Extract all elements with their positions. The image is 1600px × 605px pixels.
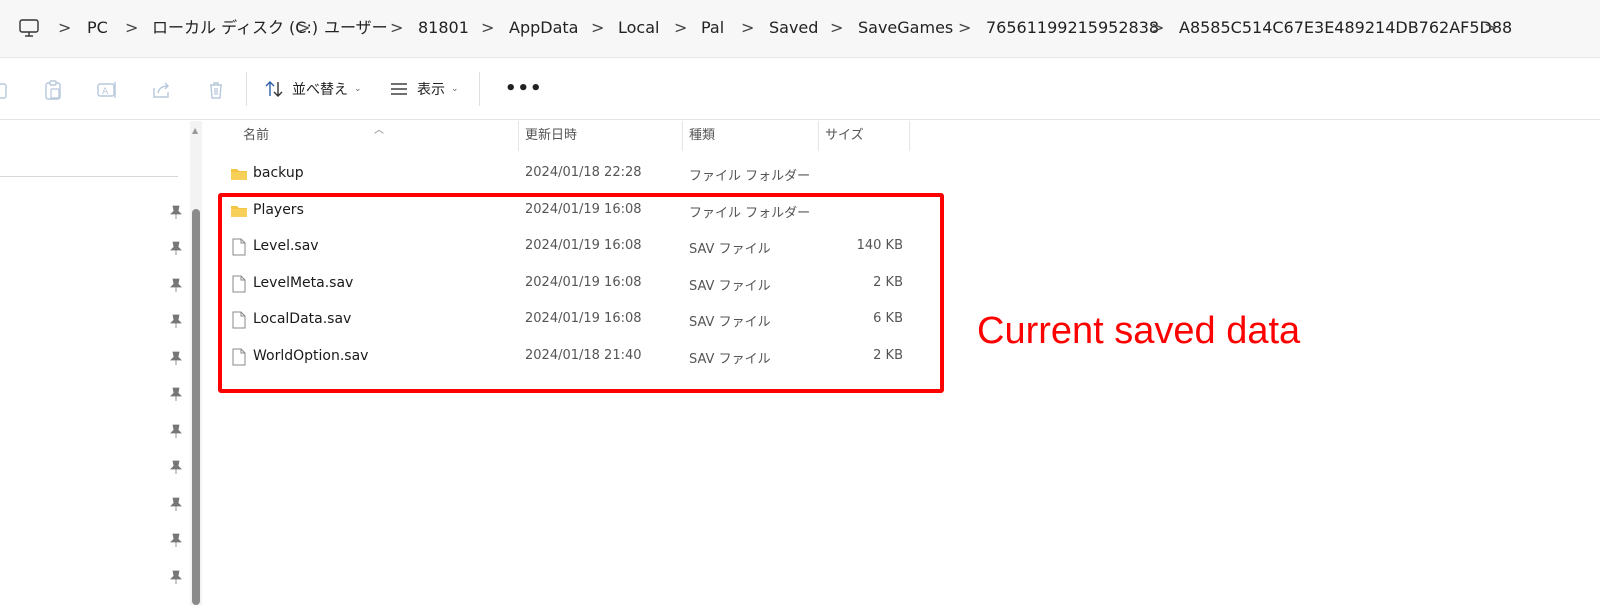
nav-scrollbar-thumb[interactable] — [192, 209, 200, 605]
paste-icon[interactable] — [42, 79, 64, 101]
scroll-up-arrow-icon[interactable]: ▲ — [192, 126, 198, 135]
column-header-size[interactable]: サイズ — [825, 127, 864, 145]
pin-icon[interactable] — [170, 205, 182, 219]
column-header-modified[interactable]: 更新日時 — [525, 127, 577, 145]
chevron-right-icon[interactable]: > — [674, 18, 687, 38]
annotation-highlight-box — [218, 193, 944, 393]
sort-button[interactable]: 並べ替え ⌄ — [264, 76, 362, 102]
toolbar-divider — [246, 72, 247, 106]
file-type: ファイル フォルダー — [689, 169, 811, 184]
breadcrumb-users[interactable]: ユーザー — [324, 18, 388, 38]
sort-label: 並べ替え — [292, 82, 348, 98]
chevron-right-icon[interactable]: > — [297, 18, 310, 38]
column-divider[interactable] — [518, 121, 519, 151]
rename-icon[interactable]: A — [96, 79, 118, 101]
breadcrumb-local-disk[interactable]: ローカル ディスク (C:) — [152, 18, 318, 38]
breadcrumb-world-id[interactable]: A8585C514C67E3E489214DB762AF5D88 — [1179, 18, 1512, 38]
pin-icon[interactable] — [170, 351, 182, 365]
breadcrumb-user[interactable]: 81801 — [418, 18, 469, 38]
file-row[interactable]: backup 2024/01/18 22:28 ファイル フォルダー — [218, 156, 918, 192]
chevron-down-icon: ⌄ — [451, 84, 459, 94]
column-divider[interactable] — [818, 121, 819, 151]
chevron-right-icon[interactable]: > — [830, 18, 843, 38]
breadcrumb-local[interactable]: Local — [618, 18, 659, 38]
nav-divider — [0, 176, 178, 177]
pin-icon[interactable] — [170, 533, 182, 547]
folder-icon — [231, 169, 247, 180]
view-list-icon — [391, 83, 407, 95]
chevron-right-icon[interactable]: > — [481, 18, 494, 38]
pin-icon[interactable] — [170, 460, 182, 474]
pin-icon[interactable] — [170, 241, 182, 255]
pin-icon[interactable] — [170, 497, 182, 511]
breadcrumb-pal[interactable]: Pal — [701, 18, 724, 38]
pin-icon[interactable] — [170, 387, 182, 401]
chevron-right-icon[interactable]: > — [1484, 18, 1497, 38]
chevron-right-icon[interactable]: > — [591, 18, 604, 38]
copy-icon[interactable] — [0, 79, 12, 101]
chevron-right-icon[interactable]: > — [741, 18, 754, 38]
chevron-right-icon[interactable]: > — [390, 18, 403, 38]
toolbar-divider — [479, 72, 480, 106]
sort-icon — [265, 81, 283, 97]
breadcrumb-steam-id[interactable]: 76561199215952838 — [986, 18, 1159, 38]
chevron-right-icon[interactable]: > — [1151, 18, 1164, 38]
file-name: backup — [253, 165, 304, 181]
pin-icon[interactable] — [170, 278, 182, 292]
annotation-label: Current saved data — [977, 310, 1301, 352]
delete-icon[interactable] — [205, 79, 227, 101]
computer-icon[interactable] — [19, 19, 39, 37]
chevron-right-icon[interactable]: > — [958, 18, 971, 38]
command-bar: A 並べ替え ⌄ 表示 ⌄ ••• — [0, 58, 1600, 120]
breadcrumb-saved[interactable]: Saved — [769, 18, 818, 38]
sort-ascending-icon: ︿ — [374, 125, 384, 136]
file-modified: 2024/01/18 22:28 — [525, 165, 642, 180]
chevron-down-icon: ⌄ — [354, 84, 362, 94]
svg-text:A: A — [102, 87, 109, 97]
chevron-right-icon[interactable]: > — [58, 18, 71, 38]
column-divider[interactable] — [909, 121, 910, 151]
pin-icon[interactable] — [170, 570, 182, 584]
column-header-name[interactable]: 名前 — [243, 127, 269, 145]
pin-icon[interactable] — [170, 314, 182, 328]
breadcrumb-appdata[interactable]: AppData — [509, 18, 578, 38]
navigation-pane — [0, 121, 190, 605]
breadcrumb-savegames[interactable]: SaveGames — [858, 18, 953, 38]
column-header-type[interactable]: 種類 — [689, 127, 715, 145]
view-button[interactable]: 表示 ⌄ — [389, 76, 459, 102]
address-bar[interactable]: > PC > ローカル ディスク (C:) > ユーザー > 81801 > A… — [0, 0, 1600, 58]
share-icon[interactable] — [150, 79, 172, 101]
view-label: 表示 — [417, 82, 445, 98]
pin-icon[interactable] — [170, 424, 182, 438]
column-divider[interactable] — [682, 121, 683, 151]
more-options-button[interactable]: ••• — [505, 78, 543, 99]
breadcrumb-pc[interactable]: PC — [87, 18, 108, 38]
chevron-right-icon[interactable]: > — [125, 18, 138, 38]
